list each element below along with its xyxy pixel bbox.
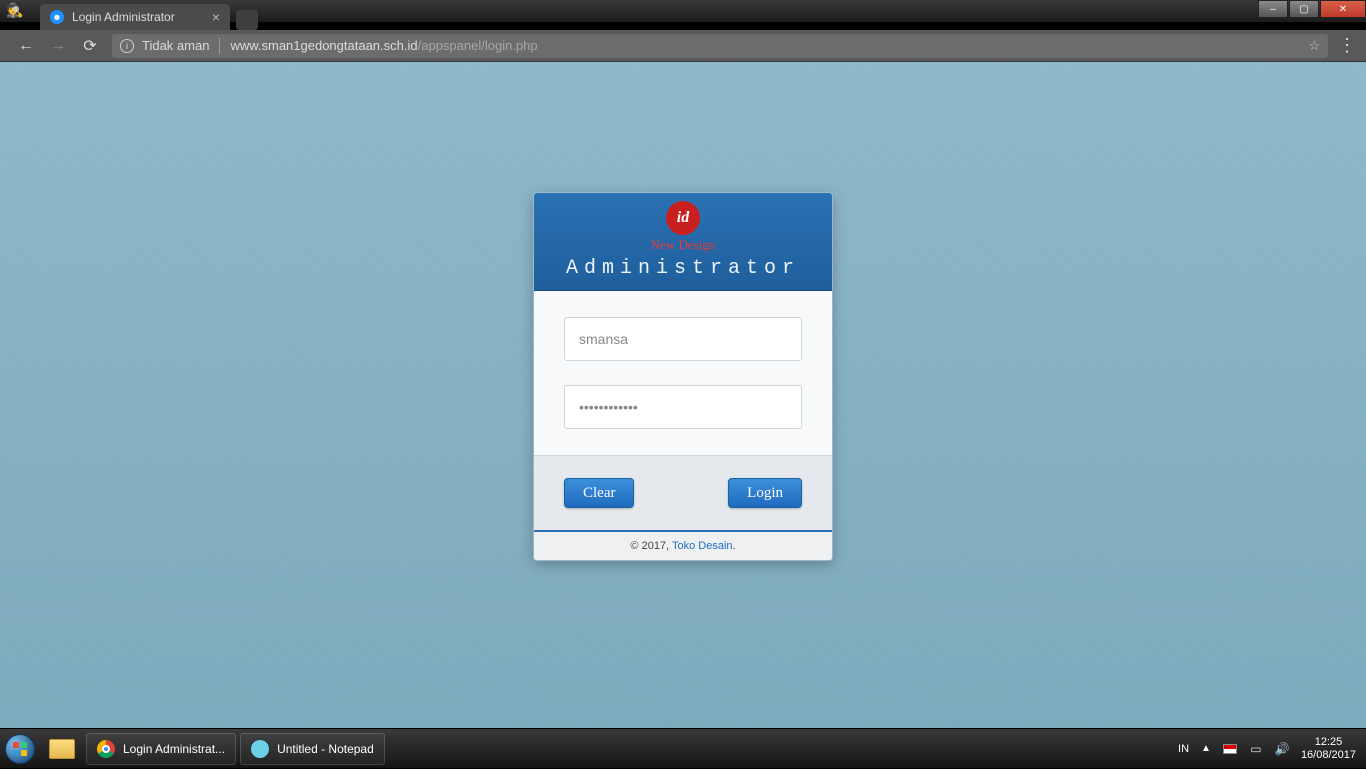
browser-tabstrip: 🕵 ☻ Login Administrator × bbox=[0, 0, 1226, 30]
login-title: Administrator bbox=[534, 257, 832, 280]
login-button[interactable]: Login bbox=[728, 478, 802, 508]
login-card: id New Design Administrator Clear Login … bbox=[533, 192, 833, 561]
login-actions: Clear Login bbox=[534, 455, 832, 530]
tray-volume-icon[interactable]: 🔊 bbox=[1275, 743, 1289, 755]
taskbar-pinned-explorer[interactable] bbox=[40, 729, 84, 769]
footer-link[interactable]: Toko Desain bbox=[672, 540, 733, 552]
address-separator bbox=[219, 38, 220, 54]
tab-title: Login Administrator bbox=[72, 10, 175, 24]
tray-time: 12:25 bbox=[1301, 736, 1356, 749]
browser-tab[interactable]: ☻ Login Administrator × bbox=[40, 4, 230, 30]
incognito-icon: 🕵 bbox=[6, 2, 23, 19]
address-path: /appspanel/login.php bbox=[418, 38, 538, 53]
browser-toolbar: ← → ⟳ i Tidak aman www.sman1gedongtataan… bbox=[0, 30, 1366, 62]
login-body bbox=[534, 291, 832, 455]
tray-flag-icon[interactable] bbox=[1223, 744, 1237, 754]
tab-close-icon[interactable]: × bbox=[212, 9, 220, 25]
system-tray: IN ▲ ▭ 🔊 12:25 16/08/2017 bbox=[1178, 736, 1366, 762]
page-viewport: id New Design Administrator Clear Login … bbox=[0, 62, 1366, 728]
tray-date: 16/08/2017 bbox=[1301, 749, 1356, 762]
window-minimize-button[interactable]: – bbox=[1258, 0, 1288, 18]
logo-badge: id bbox=[666, 201, 700, 235]
folder-icon bbox=[49, 739, 75, 759]
logo-subtitle: New Design bbox=[534, 237, 832, 253]
bookmark-star-icon[interactable]: ☆ bbox=[1308, 38, 1320, 54]
nav-back-icon[interactable]: ← bbox=[16, 37, 36, 55]
tray-action-center-icon[interactable]: ▭ bbox=[1249, 743, 1263, 755]
taskbar-item-label: Login Administrat... bbox=[123, 742, 225, 756]
address-bar[interactable]: i Tidak aman www.sman1gedongtataan.sch.i… bbox=[112, 34, 1328, 58]
security-label: Tidak aman bbox=[142, 38, 209, 53]
address-host: www.sman1gedongtataan.sch.id bbox=[230, 38, 417, 53]
start-orb-icon bbox=[5, 734, 35, 764]
tray-language[interactable]: IN bbox=[1178, 743, 1189, 755]
tray-show-hidden-icon[interactable]: ▲ bbox=[1201, 743, 1211, 754]
nav-forward-icon[interactable]: → bbox=[48, 37, 68, 55]
notepad-icon bbox=[251, 740, 269, 758]
password-input[interactable] bbox=[564, 385, 802, 429]
chrome-icon bbox=[97, 740, 115, 758]
tray-clock[interactable]: 12:25 16/08/2017 bbox=[1301, 736, 1356, 762]
tab-favicon: ☻ bbox=[50, 10, 64, 24]
taskbar-item-label: Untitled - Notepad bbox=[277, 742, 374, 756]
taskbar-item-notepad[interactable]: Untitled - Notepad bbox=[240, 733, 385, 765]
nav-reload-icon[interactable]: ⟳ bbox=[80, 36, 100, 56]
browser-menu-icon[interactable]: ⋮ bbox=[1338, 35, 1356, 56]
new-tab-button[interactable] bbox=[236, 10, 258, 30]
taskbar-item-chrome[interactable]: Login Administrat... bbox=[86, 733, 236, 765]
username-input[interactable] bbox=[564, 317, 802, 361]
window-close-button[interactable]: ✕ bbox=[1320, 0, 1366, 18]
site-info-icon[interactable]: i bbox=[120, 39, 134, 53]
login-header: id New Design Administrator bbox=[534, 193, 832, 291]
clear-button[interactable]: Clear bbox=[564, 478, 634, 508]
start-button[interactable] bbox=[0, 729, 40, 769]
window-maximize-button[interactable]: ▢ bbox=[1289, 0, 1319, 18]
login-footer: © 2017, Toko Desain. bbox=[534, 530, 832, 560]
taskbar: Login Administrat... Untitled - Notepad … bbox=[0, 728, 1366, 768]
footer-suffix: . bbox=[733, 540, 736, 552]
footer-copyright: © 2017, bbox=[630, 540, 672, 552]
